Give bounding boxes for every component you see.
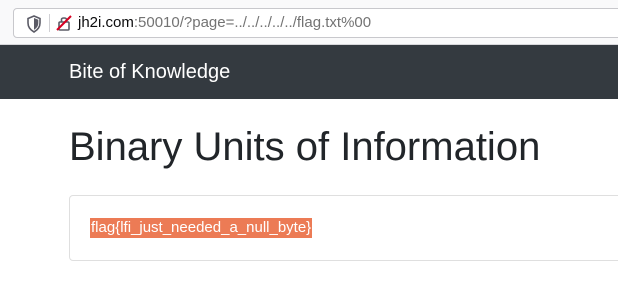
navbar-brand[interactable]: Bite of Knowledge xyxy=(69,60,230,84)
url-text[interactable]: jh2i.com:50010/?page=../../../../../flag… xyxy=(78,13,371,33)
address-bar[interactable]: jh2i.com:50010/?page=../../../../../flag… xyxy=(13,8,618,38)
content-card: flag{lfi_just_needed_a_null_byte} xyxy=(69,195,618,261)
url-path: :50010/?page=../../../../../flag.txt%00 xyxy=(133,14,372,31)
page-title: Binary Units of Information xyxy=(69,125,541,169)
separator xyxy=(49,14,50,32)
shield-icon[interactable] xyxy=(26,15,42,33)
url-host: jh2i.com xyxy=(78,14,134,31)
card-text: flag{lfi_just_needed_a_null_byte} xyxy=(90,218,313,238)
insecure-connection-icon[interactable] xyxy=(55,14,73,32)
browser-toolbar: jh2i.com:50010/?page=../../../../../flag… xyxy=(0,0,618,45)
navbar: Bite of Knowledge xyxy=(0,45,618,99)
